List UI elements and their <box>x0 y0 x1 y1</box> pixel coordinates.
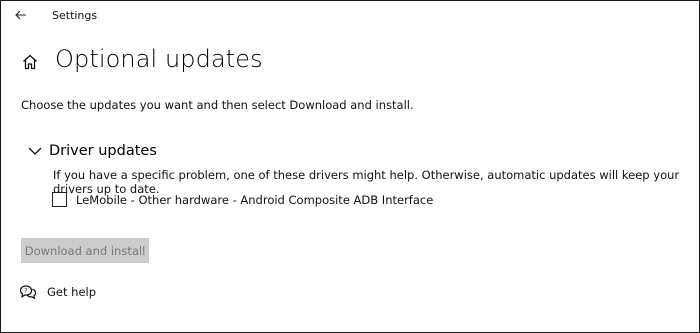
svg-text:?: ? <box>24 287 27 295</box>
back-button[interactable] <box>13 7 29 23</box>
page-description: Choose the updates you want and then sel… <box>21 98 414 112</box>
page-title: Optional updates <box>55 45 263 73</box>
driver-updates-toggle[interactable]: Driver updates <box>27 143 157 159</box>
driver-checkbox-label: LeMobile - Other hardware - Android Comp… <box>76 192 434 207</box>
download-install-button[interactable]: Download and install <box>21 238 149 263</box>
chevron-down-icon <box>28 147 42 155</box>
home-icon <box>23 54 37 70</box>
get-help-link[interactable]: ? Get help <box>19 284 96 300</box>
driver-checkbox-row[interactable]: LeMobile - Other hardware - Android Comp… <box>52 192 433 207</box>
window-title: Settings <box>52 9 98 22</box>
driver-checkbox[interactable] <box>52 192 67 207</box>
section-title: Driver updates <box>49 143 157 159</box>
back-arrow-icon <box>15 10 26 20</box>
help-chat-icon: ? <box>19 285 37 300</box>
get-help-label: Get help <box>47 285 97 299</box>
settings-window: Settings Optional updates Choose the upd… <box>0 0 700 333</box>
